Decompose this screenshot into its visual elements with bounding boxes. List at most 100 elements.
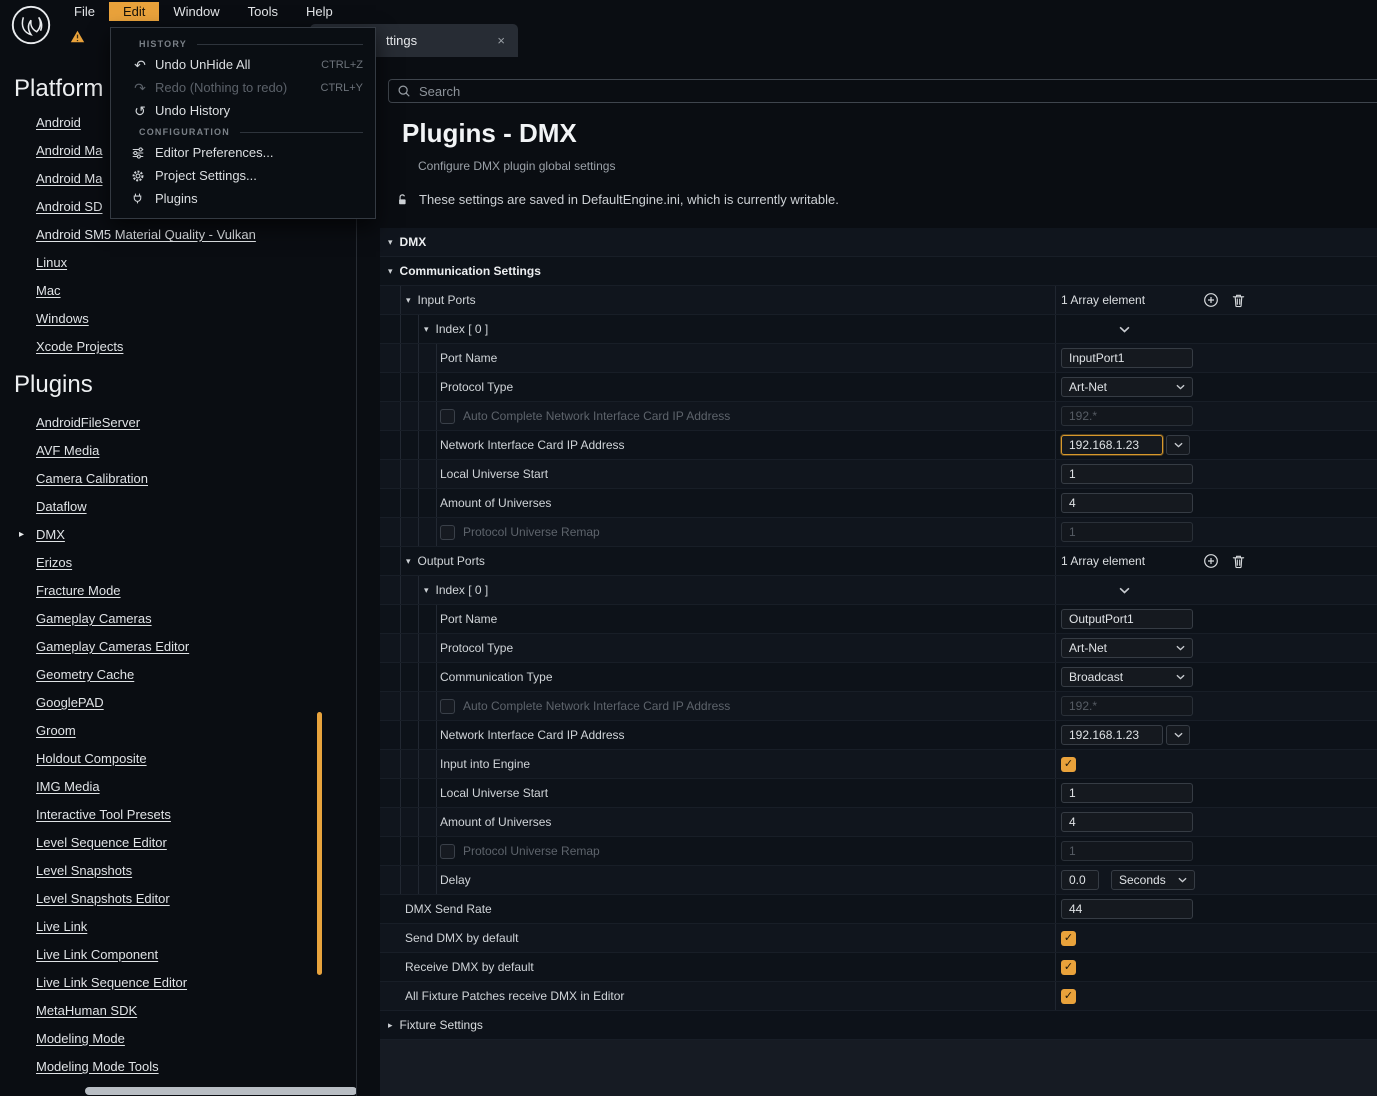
sidebar-item[interactable]: Fracture Mode: [36, 577, 189, 605]
search-input[interactable]: [419, 84, 1377, 99]
array-row-output-ports[interactable]: ▾Output Ports 1 Array element: [380, 547, 1377, 576]
array-row-input-ports[interactable]: ▾Input Ports 1 Array element: [380, 286, 1377, 315]
checkbox-checked[interactable]: ✓: [1061, 989, 1076, 1004]
sidebar-item-linux[interactable]: Linux: [36, 249, 256, 277]
menu-edit[interactable]: Edit: [109, 2, 159, 21]
category-row-fixture-settings[interactable]: ▸Fixture Settings: [380, 1011, 1377, 1040]
delete-element-icon[interactable]: [1231, 554, 1246, 569]
array-count-label: 1 Array element: [1061, 293, 1191, 307]
dmx-send-rate-input[interactable]: [1061, 899, 1193, 919]
index-row[interactable]: ▾Index [ 0 ]: [380, 576, 1377, 605]
delay-unit-dropdown[interactable]: Seconds: [1111, 870, 1195, 890]
sidebar-item[interactable]: Camera Calibration: [36, 465, 189, 493]
nic-ip-input[interactable]: [1061, 435, 1163, 455]
sidebar-item[interactable]: GooglePAD: [36, 689, 189, 717]
sidebar-item-xcode[interactable]: Xcode Projects: [36, 333, 256, 361]
collapse-arrow-icon[interactable]: ▾: [388, 266, 393, 277]
sidebar-item-mac[interactable]: Mac: [36, 277, 256, 305]
menu-help[interactable]: Help: [292, 2, 347, 21]
checkbox-checked[interactable]: ✓: [1061, 931, 1076, 946]
warning-icon[interactable]: [70, 30, 85, 43]
menu-file[interactable]: File: [60, 2, 109, 21]
sidebar-item[interactable]: Modeling Mode: [36, 1025, 189, 1053]
menu-item-undo[interactable]: ↶ Undo UnHide All CTRL+Z: [111, 53, 375, 76]
sidebar-item[interactable]: Modeling Mode Tools: [36, 1053, 189, 1081]
collapse-arrow-icon[interactable]: ▾: [424, 585, 429, 596]
settings-grid: ▾DMX ▾Communication Settings ▾Input Port…: [380, 228, 1377, 1040]
index-row[interactable]: ▾Index [ 0 ]: [380, 315, 1377, 344]
add-element-icon[interactable]: [1203, 553, 1219, 569]
menu-item-undo-history[interactable]: ↺ Undo History: [111, 99, 375, 122]
delay-input[interactable]: [1061, 870, 1099, 890]
sidebar-item[interactable]: Level Sequence Editor: [36, 829, 189, 857]
auto-complete-ip-input: [1061, 406, 1193, 426]
local-universe-start-input[interactable]: [1061, 464, 1193, 484]
search-bar: [388, 79, 1377, 103]
chevron-down-icon[interactable]: [1166, 725, 1190, 745]
sidebar-item[interactable]: Groom: [36, 717, 189, 745]
sidebar-item[interactable]: Level Snapshots Editor: [36, 885, 189, 913]
amount-of-universes-input[interactable]: [1061, 493, 1193, 513]
sidebar-item[interactable]: Geometry Cache: [36, 661, 189, 689]
search-icon: [397, 84, 411, 98]
sidebar-item[interactable]: Live Link Component: [36, 941, 189, 969]
sidebar-item[interactable]: Gameplay Cameras: [36, 605, 189, 633]
sidebar-item-windows[interactable]: Windows: [36, 305, 256, 333]
menu-item-editor-preferences[interactable]: Editor Preferences...: [111, 141, 375, 164]
sidebar-item[interactable]: Dataflow: [36, 493, 189, 521]
checkbox[interactable]: [440, 844, 455, 859]
sidebar-vertical-scrollbar[interactable]: [317, 712, 322, 975]
property-row-communication-type: Communication Type Broadcast: [380, 663, 1377, 692]
delete-element-icon[interactable]: [1231, 293, 1246, 308]
sidebar-horizontal-scrollbar[interactable]: [85, 1087, 357, 1095]
local-universe-start-input[interactable]: [1061, 783, 1193, 803]
protocol-type-dropdown[interactable]: Art-Net: [1061, 638, 1193, 658]
sidebar-item[interactable]: MetaHuman SDK: [36, 997, 189, 1025]
sidebar-item[interactable]: Level Snapshots: [36, 857, 189, 885]
menubar: File Edit Window Tools Help: [0, 0, 1377, 22]
amount-of-universes-input[interactable]: [1061, 812, 1193, 832]
checkbox[interactable]: [440, 409, 455, 424]
tab-close-icon[interactable]: ×: [497, 33, 505, 48]
sidebar-item[interactable]: AVF Media: [36, 437, 189, 465]
chevron-down-icon[interactable]: [1119, 326, 1130, 333]
collapse-arrow-icon[interactable]: ▾: [406, 295, 411, 306]
plugins-list: AndroidFileServer AVF Media Camera Calib…: [36, 409, 189, 1081]
collapse-arrow-icon[interactable]: ▾: [424, 324, 429, 335]
checkbox[interactable]: [440, 525, 455, 540]
port-name-input[interactable]: [1061, 609, 1193, 629]
sidebar-item-dmx[interactable]: ▸DMX: [36, 521, 189, 549]
chevron-down-icon[interactable]: [1166, 435, 1190, 455]
nic-ip-input[interactable]: [1061, 725, 1163, 745]
collapse-arrow-icon[interactable]: ▾: [388, 237, 393, 248]
auto-complete-ip-input: [1061, 696, 1193, 716]
sliders-icon: [131, 146, 149, 160]
sidebar-item[interactable]: Holdout Composite: [36, 745, 189, 773]
sidebar-item[interactable]: Live Link Sequence Editor: [36, 969, 189, 997]
sidebar-item[interactable]: Live Link: [36, 913, 189, 941]
sidebar-item[interactable]: Android SM5 Material Quality - Vulkan: [36, 221, 256, 249]
menu-tools[interactable]: Tools: [234, 2, 292, 21]
port-name-input[interactable]: [1061, 348, 1193, 368]
sidebar-item[interactable]: AndroidFileServer: [36, 409, 189, 437]
add-element-icon[interactable]: [1203, 292, 1219, 308]
sidebar-item[interactable]: Gameplay Cameras Editor: [36, 633, 189, 661]
category-row-dmx[interactable]: ▾DMX: [380, 228, 1377, 257]
expand-arrow-icon[interactable]: ▸: [388, 1020, 393, 1031]
checkbox-checked[interactable]: ✓: [1061, 757, 1076, 772]
checkbox-checked[interactable]: ✓: [1061, 960, 1076, 975]
collapse-arrow-icon[interactable]: ▾: [406, 556, 411, 567]
sidebar-item[interactable]: Erizos: [36, 549, 189, 577]
menu-window[interactable]: Window: [159, 2, 233, 21]
category-row-communication-settings[interactable]: ▾Communication Settings: [380, 257, 1377, 286]
menu-item-project-settings[interactable]: Project Settings...: [111, 164, 375, 187]
communication-type-dropdown[interactable]: Broadcast: [1061, 667, 1193, 687]
menu-item-plugins[interactable]: Plugins: [111, 187, 375, 210]
sidebar-item[interactable]: IMG Media: [36, 773, 189, 801]
protocol-type-dropdown[interactable]: Art-Net: [1061, 377, 1193, 397]
checkbox[interactable]: [440, 699, 455, 714]
redo-icon: ↷: [131, 81, 149, 95]
sidebar-item[interactable]: Interactive Tool Presets: [36, 801, 189, 829]
unreal-editor-window: { "menubar": { "items": [ { "label": "Fi…: [0, 0, 1377, 1096]
chevron-down-icon[interactable]: [1119, 587, 1130, 594]
